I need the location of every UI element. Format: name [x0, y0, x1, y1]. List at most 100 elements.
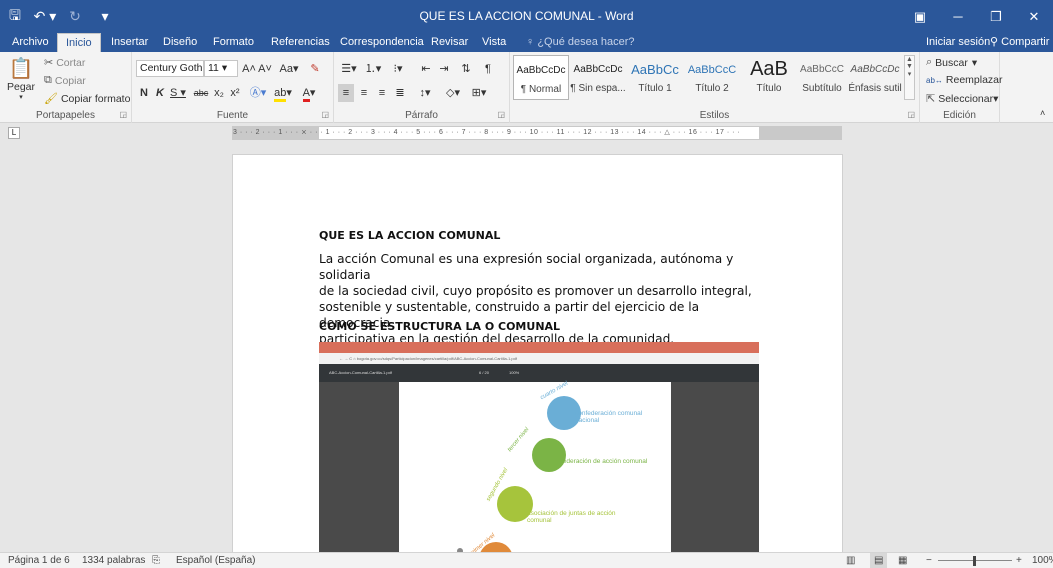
style-heading-2[interactable]: AaBbCcC Título 2 — [684, 55, 740, 100]
zoom-in-icon[interactable]: + — [1016, 553, 1022, 568]
styles-scroll[interactable]: ▲ ▼ ▾ — [904, 55, 915, 100]
embedded-pdf-zoom: 100% — [509, 370, 520, 375]
borders-icon[interactable]: ⊞▾ — [468, 84, 490, 102]
tab-vista[interactable]: Vista — [474, 33, 514, 52]
style-sample: AaBbCcDc — [516, 65, 566, 76]
tab-insertar[interactable]: Insertar — [103, 33, 156, 52]
styles-launcher-icon[interactable]: ◲ — [907, 110, 915, 119]
share-button[interactable]: ⚲ Compartir — [990, 33, 1049, 52]
ruler-numbers: 3 · · · 2 · · · 1 · · · ⨯ · · · 1 · · · … — [233, 129, 741, 136]
zoom-out-icon[interactable]: − — [926, 553, 932, 568]
style-title[interactable]: AaB Título — [741, 55, 797, 100]
tab-correspondencia[interactable]: Correspondencia — [332, 33, 432, 52]
minimize-button[interactable]: ─ — [939, 0, 977, 33]
ribbon-tabs: Archivo Inicio Insertar Diseño Formato R… — [0, 33, 1053, 52]
sort-icon[interactable]: ⇅ — [458, 60, 474, 78]
clipboard-label: Portapapeles — [36, 110, 95, 121]
paste-button[interactable]: 📋 Pegar ▾ — [6, 56, 36, 101]
editing-label: Edición — [943, 110, 976, 121]
web-layout-icon[interactable]: ▦ — [898, 553, 907, 568]
heading-que-es[interactable]: QUE ES LA ACCION COMUNAL — [319, 229, 500, 242]
level-label: confederación comunal nacional — [575, 410, 643, 424]
collapse-ribbon-icon[interactable]: ˄ — [1040, 108, 1045, 118]
underline-icon[interactable]: S ▾ — [170, 84, 186, 102]
multilevel-list-icon[interactable]: ⁝▾ — [386, 60, 410, 78]
style-no-spacing[interactable]: AaBbCcDc ¶ Sin espa... — [570, 55, 626, 100]
heading-como-se-estructura[interactable]: COMO SE ESTRUCTURA LA O COMUNAL — [319, 320, 560, 333]
font-launcher-icon[interactable]: ◲ — [321, 110, 329, 119]
tab-referencias[interactable]: Referencias — [263, 33, 338, 52]
align-center-icon[interactable]: ≡ — [356, 84, 372, 102]
italic-icon[interactable]: K — [154, 84, 166, 102]
grow-font-icon[interactable]: A˄ — [242, 60, 256, 78]
decrease-indent-icon[interactable]: ⇤ — [418, 60, 434, 78]
tell-me-box[interactable]: ♀ ¿Qué desea hacer? — [526, 33, 635, 52]
align-right-icon[interactable]: ≡ — [374, 84, 390, 102]
font-color-icon[interactable]: A▾ — [298, 84, 320, 102]
strikethrough-icon[interactable]: abc — [192, 84, 210, 102]
style-sample: AaBbCcDc — [850, 64, 900, 75]
tab-revisar[interactable]: Revisar — [423, 33, 476, 52]
proofing-icon[interactable]: ⎘ — [152, 553, 160, 568]
find-label: Buscar — [935, 56, 968, 69]
cut-button[interactable]: ✂ Cortar — [44, 56, 85, 70]
format-painter-button[interactable]: 🖌 Copiar formato — [44, 92, 130, 106]
replace-label: Reemplazar — [945, 74, 1003, 86]
clipboard-group: 📋 Pegar ▾ ✂ Cortar ⧉ Copiar 🖌 Copiar format… — [0, 52, 132, 123]
replace-button[interactable]: ab↔ Reemplazar — [926, 74, 1003, 86]
tab-formato[interactable]: Formato — [205, 33, 262, 52]
language[interactable]: Español (España) — [176, 553, 256, 568]
bold-icon[interactable]: N — [138, 84, 150, 102]
style-subtitle[interactable]: AaBbCcC Subtítulo — [794, 55, 850, 100]
tab-archivo[interactable]: Archivo — [4, 33, 57, 52]
justify-icon[interactable]: ≣ — [392, 84, 408, 102]
tab-selector[interactable]: L — [8, 127, 20, 139]
word-count[interactable]: 1334 palabras — [82, 553, 145, 568]
document-canvas[interactable]: QUE ES LA ACCION COMUNAL La acción Comun… — [0, 142, 1053, 552]
increase-indent-icon[interactable]: ⇥ — [436, 60, 452, 78]
superscript-icon[interactable]: x² — [228, 84, 242, 102]
page-count[interactable]: Página 1 de 6 — [8, 553, 70, 568]
shading-icon[interactable]: ◇▾ — [442, 84, 464, 102]
style-sample: AaBbCc — [631, 62, 679, 77]
close-button[interactable]: ✕ — [1015, 0, 1053, 33]
align-left-icon[interactable]: ≡ — [338, 84, 354, 102]
embedded-screenshot[interactable]: ← → C ⌂ bogota.gov.co/sdqs/Participacion… — [319, 342, 759, 552]
numbering-icon[interactable]: ⒈▾ — [362, 60, 384, 78]
shrink-font-icon[interactable]: A˅ — [258, 60, 272, 78]
ribbon-display-options-icon[interactable]: ▣ — [901, 0, 939, 33]
clipboard-launcher-icon[interactable]: ◲ — [119, 110, 127, 119]
paragraph-launcher-icon[interactable]: ◲ — [497, 110, 505, 119]
change-case-icon[interactable]: Aa▾ — [278, 60, 300, 78]
highlight-icon[interactable]: ab▾ — [272, 84, 294, 102]
find-button[interactable]: ⌕ Buscar ▾ — [926, 56, 977, 69]
ribbon: 📋 Pegar ▾ ✂ Cortar ⧉ Copiar 🖌 Copiar format… — [0, 52, 1053, 123]
tab-inicio[interactable]: Inicio — [57, 33, 101, 52]
style-sample: AaBbCcC — [687, 64, 737, 76]
zoom-level[interactable]: 100% — [1032, 553, 1053, 568]
level-label: federación de acción comunal — [561, 458, 648, 465]
read-mode-icon[interactable]: ▥ — [846, 553, 855, 568]
line-spacing-icon[interactable]: ↕▾ — [414, 84, 436, 102]
bullets-icon[interactable]: ☰▾ — [338, 60, 360, 78]
print-layout-icon[interactable]: ▤ — [870, 553, 888, 568]
styles-gallery: AaBbCcDc ¶ Normal AaBbCcDc ¶ Sin espa...… — [513, 55, 903, 100]
copy-button[interactable]: ⧉ Copiar — [44, 74, 86, 87]
show-marks-icon[interactable]: ¶ — [480, 60, 496, 78]
signin-link[interactable]: Iniciar sesión — [926, 33, 990, 52]
font-name-box[interactable]: Century Gothi — [136, 60, 204, 77]
paragraph-line: de la sociedad civil, cuyo propósito es … — [319, 284, 752, 298]
zoom-slider-thumb[interactable] — [973, 556, 976, 566]
style-normal[interactable]: AaBbCcDc ¶ Normal — [513, 55, 569, 100]
style-heading-1[interactable]: AaBbCc Título 1 — [627, 55, 683, 100]
text-effects-icon[interactable]: Ⓐ▾ — [248, 84, 268, 102]
subscript-icon[interactable]: x₂ — [212, 84, 226, 102]
horizontal-ruler[interactable]: 3 · · · 2 · · · 1 · · · ⨯ · · · 1 · · · … — [232, 126, 842, 140]
tab-diseno[interactable]: Diseño — [155, 33, 205, 52]
restore-button[interactable]: ❐ — [977, 0, 1015, 33]
style-subtle-emphasis[interactable]: AaBbCcDc Énfasis sutil — [847, 55, 903, 100]
document-page[interactable]: QUE ES LA ACCION COMUNAL La acción Comun… — [232, 154, 843, 552]
select-button[interactable]: ⇱ Seleccionar ▾ — [926, 92, 998, 106]
font-size-box[interactable]: 11 ▾ — [204, 60, 238, 77]
clear-formatting-icon[interactable]: ✎ — [306, 60, 324, 78]
